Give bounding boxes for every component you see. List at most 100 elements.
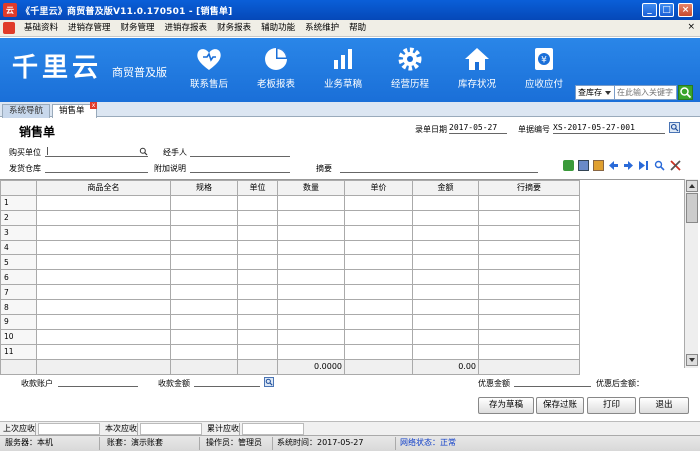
find-icon[interactable]: [654, 160, 665, 171]
menu-finance-report[interactable]: 财务报表: [212, 20, 256, 36]
sales-grid: 商品全名 规格 单位 数量 单价 金额 行摘要 1 2 3 4 5 6 7 8 …: [0, 179, 684, 375]
nav-boss-report[interactable]: 老板报表: [246, 44, 306, 96]
search-input[interactable]: [615, 85, 677, 100]
table-row[interactable]: 6: [0, 269, 580, 286]
nav-history[interactable]: 经营历程: [380, 44, 440, 96]
menu-close-icon[interactable]: ×: [687, 22, 695, 32]
table-row[interactable]: 1: [0, 194, 580, 211]
search-button[interactable]: [678, 85, 693, 100]
arrow-right-icon[interactable]: [623, 160, 634, 171]
row-number: 8: [0, 299, 37, 316]
home-icon: [465, 48, 489, 70]
menu-system[interactable]: 系统维护: [300, 20, 344, 36]
tab-system-nav[interactable]: 系统导航: [2, 104, 51, 118]
table-row[interactable]: 4: [0, 239, 580, 256]
table-row[interactable]: 2: [0, 209, 580, 226]
insert-row-icon[interactable]: [578, 160, 589, 171]
nav-receivables[interactable]: ¥ 应收应付: [514, 44, 574, 96]
col-header-spec[interactable]: 规格: [170, 180, 238, 196]
svg-text:¥: ¥: [541, 56, 547, 66]
table-header-row: 商品全名 规格 单位 数量 单价 金额 行摘要: [0, 180, 580, 196]
menu-basic-data[interactable]: 基础资料: [19, 20, 63, 36]
col-header-unit[interactable]: 单位: [237, 180, 278, 196]
buyer-field[interactable]: |: [45, 146, 148, 157]
note-field[interactable]: [190, 162, 290, 173]
after-discount-label: 优惠后金额：: [596, 379, 644, 388]
col-header-product[interactable]: 商品全名: [36, 180, 171, 196]
arrow-last-icon[interactable]: [638, 160, 649, 171]
users-icon[interactable]: [563, 160, 574, 171]
scroll-thumb[interactable]: [686, 193, 698, 223]
grid-scrollbar[interactable]: [684, 179, 698, 368]
settings-tools-icon[interactable]: [670, 160, 681, 171]
exit-button[interactable]: 退出: [639, 397, 689, 414]
col-header-price[interactable]: 单价: [344, 180, 413, 196]
menu-inventory-report[interactable]: 进销存报表: [160, 20, 213, 36]
tab-bar: 系统导航 销售单: [0, 102, 700, 118]
docno-field[interactable]: XS-2017-05-27-001: [553, 123, 665, 134]
menu-tools[interactable]: 辅助功能: [256, 20, 300, 36]
nav-drafts[interactable]: 业务草稿: [313, 44, 373, 96]
date-field[interactable]: 2017-05-27: [449, 123, 507, 134]
menu-help[interactable]: 帮助: [344, 20, 371, 36]
bar-chart-icon: [334, 49, 352, 69]
nav-support[interactable]: 联系售后: [179, 44, 239, 96]
row-number: 4: [0, 239, 37, 256]
delete-row-icon[interactable]: [593, 160, 604, 171]
summary-label: 摘要: [316, 164, 332, 173]
maximize-button[interactable]: □: [659, 3, 674, 17]
chevron-down-icon: [689, 358, 695, 362]
nav-boss-report-label: 老板报表: [256, 79, 295, 90]
save-draft-button[interactable]: 存为草稿: [478, 397, 534, 414]
table-row[interactable]: 7: [0, 284, 580, 301]
docno-search-icon[interactable]: [669, 122, 680, 133]
table-row[interactable]: 9: [0, 314, 580, 330]
col-header-line-note[interactable]: 行摘要: [478, 180, 580, 196]
nav-stock[interactable]: 库存状况: [447, 44, 507, 96]
scroll-up-arrow[interactable]: [686, 180, 698, 192]
docno-label: 单据编号: [518, 125, 550, 134]
row-number: 11: [0, 343, 37, 360]
col-header-qty[interactable]: 数量: [277, 180, 345, 196]
discount-label: 优惠金额: [478, 379, 510, 388]
gear-icon: [398, 47, 422, 71]
money-icon: ¥: [535, 48, 553, 70]
table-row[interactable]: 3: [0, 224, 580, 241]
table-row[interactable]: 8: [0, 299, 580, 316]
title-bar: 云 《千里云》商贸普及版V11.0.170501 - [销售单] _ □ ×: [0, 0, 700, 20]
account-label: 收款账户: [21, 379, 53, 388]
prev-receivable-value: [38, 423, 100, 435]
form-title: 销售单: [19, 125, 56, 139]
search-bar: 查库存: [575, 85, 693, 101]
app-icon: 云: [3, 3, 17, 17]
search-type-select[interactable]: 查库存: [575, 85, 615, 100]
buyer-search-icon[interactable]: [139, 147, 148, 156]
arrow-left-icon[interactable]: [608, 160, 619, 171]
status-account: 账套：演示账套: [104, 437, 200, 450]
save-post-button[interactable]: 保存过账: [536, 397, 584, 414]
minimize-button[interactable]: _: [642, 3, 657, 17]
status-operator: 操作员：管理员: [203, 437, 273, 450]
print-button[interactable]: 打印: [587, 397, 636, 414]
discount-field[interactable]: [514, 376, 591, 387]
warehouse-field[interactable]: [45, 162, 148, 173]
handler-field[interactable]: [190, 146, 290, 157]
brand-subtitle: 商贸普及版: [112, 66, 167, 79]
amount-field[interactable]: [194, 376, 260, 387]
account-field[interactable]: [58, 376, 138, 387]
scroll-down-arrow[interactable]: [686, 354, 698, 366]
summary-field[interactable]: [340, 162, 538, 173]
table-row[interactable]: 10: [0, 328, 580, 345]
tab-close-icon[interactable]: x: [90, 102, 97, 109]
row-number: 1: [0, 194, 37, 211]
table-row[interactable]: 5: [0, 254, 580, 271]
nav-history-label: 经营历程: [390, 79, 429, 90]
close-button[interactable]: ×: [678, 3, 693, 17]
col-header-amount[interactable]: 金额: [412, 180, 479, 196]
menu-bar: 基础资料 进销存管理 财务管理 进销存报表 财务报表 辅助功能 系统维护 帮助 …: [0, 20, 700, 37]
table-row[interactable]: 11: [0, 343, 580, 360]
menu-finance[interactable]: 财务管理: [116, 20, 160, 36]
menu-inventory[interactable]: 进销存管理: [63, 20, 116, 36]
amount-search-icon[interactable]: [264, 377, 274, 387]
heart-icon: [197, 49, 221, 70]
